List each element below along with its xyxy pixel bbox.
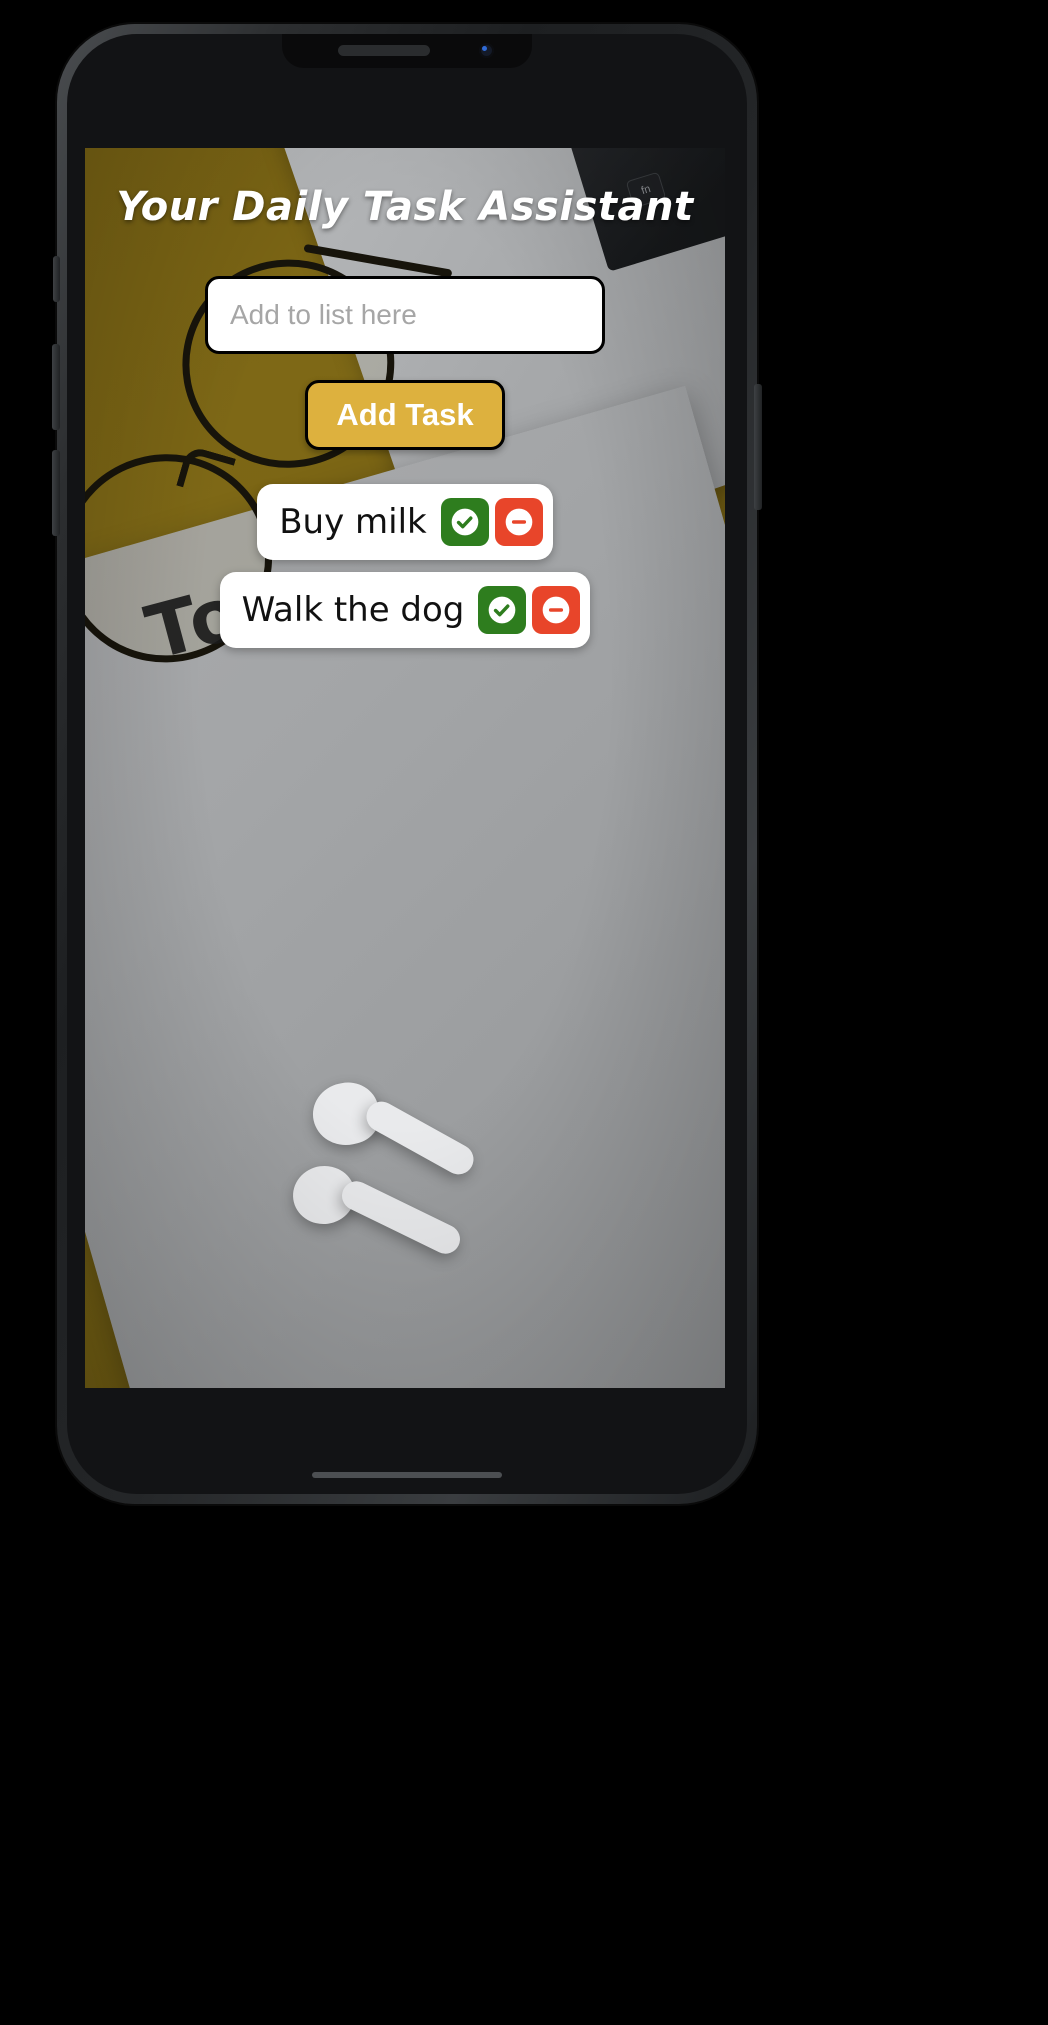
- mute-switch-button[interactable]: [53, 256, 60, 302]
- power-button[interactable]: [754, 384, 762, 510]
- volume-up-button[interactable]: [52, 344, 60, 430]
- complete-task-button[interactable]: [440, 498, 489, 546]
- phone-screen: fn To Your Daily Task Assistant Add to l…: [85, 148, 725, 1388]
- complete-task-button[interactable]: [478, 586, 527, 634]
- front-camera-icon: [479, 43, 494, 58]
- remove-task-button[interactable]: [532, 586, 581, 634]
- phone-notch: [282, 34, 532, 68]
- task-list-item[interactable]: Buy milk: [257, 484, 553, 560]
- add-task-button[interactable]: Add Task: [305, 380, 505, 450]
- task-input[interactable]: [205, 276, 605, 354]
- phone-body: fn To Your Daily Task Assistant Add to l…: [52, 24, 762, 1504]
- remove-task-button[interactable]: [494, 498, 543, 546]
- task-label: Buy milk: [279, 502, 427, 542]
- minus-circle-icon: [503, 506, 535, 538]
- task-list: Buy milk Walk the dog: [85, 484, 725, 648]
- task-actions: [478, 586, 581, 634]
- task-label: Walk the dog: [241, 590, 465, 630]
- home-indicator: [312, 1472, 502, 1478]
- task-list-item[interactable]: Walk the dog: [219, 572, 591, 648]
- todo-app: Your Daily Task Assistant Add Task Buy m…: [85, 148, 725, 1388]
- phone-mockup-stage: fn To Your Daily Task Assistant Add to l…: [0, 0, 1048, 2025]
- minus-circle-icon: [540, 594, 572, 626]
- volume-down-button[interactable]: [52, 450, 60, 536]
- add-task-row: Add Task: [85, 380, 725, 450]
- task-actions: [440, 498, 543, 546]
- check-circle-icon: [449, 506, 481, 538]
- check-circle-icon: [486, 594, 518, 626]
- page-title: Your Daily Task Assistant: [116, 184, 694, 230]
- speaker-grille-icon: [338, 45, 430, 56]
